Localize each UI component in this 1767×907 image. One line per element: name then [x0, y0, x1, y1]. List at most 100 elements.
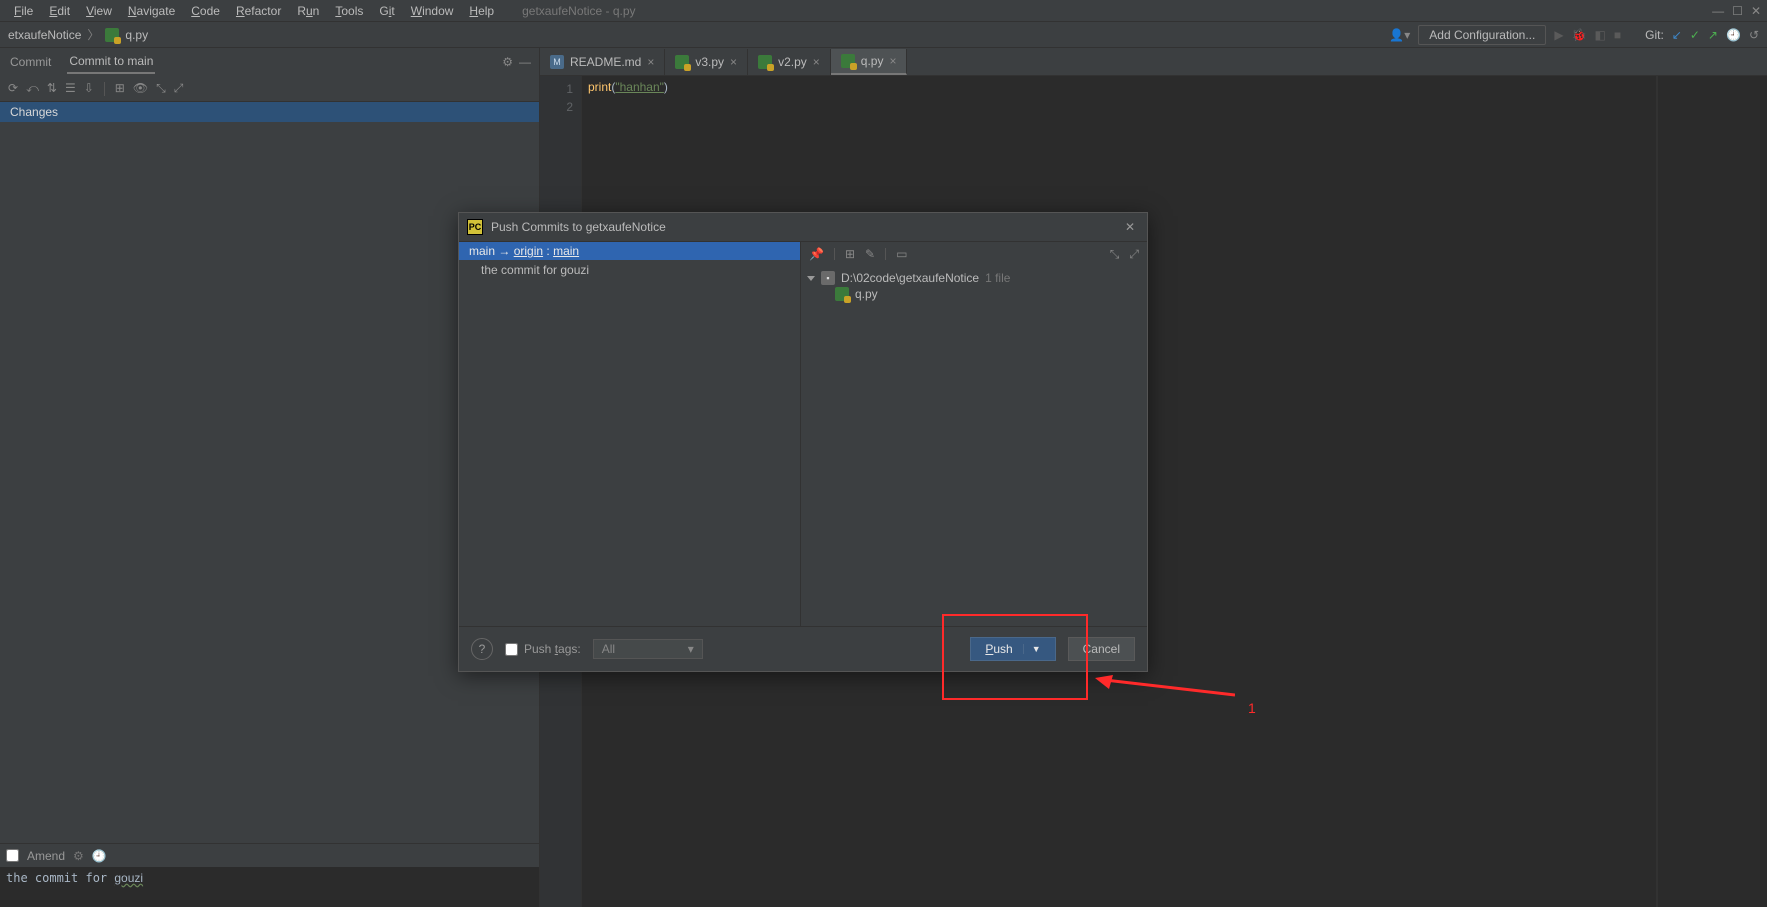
- python-file-icon: [675, 55, 689, 69]
- breadcrumb-project[interactable]: etxaufeNotice: [8, 28, 81, 42]
- close-tab-icon[interactable]: ×: [647, 55, 654, 69]
- tab-commit-to-branch[interactable]: Commit to main: [67, 50, 155, 74]
- editor-tab-v3[interactable]: v3.py ×: [665, 49, 748, 75]
- python-file-icon: [841, 54, 855, 68]
- group-by-icon[interactable]: ⊞: [115, 81, 125, 96]
- window-maximize-icon[interactable]: ☐: [1732, 4, 1743, 18]
- collapse-icon[interactable]: ⤢: [174, 81, 184, 96]
- collapse-all-icon[interactable]: ⤢: [1129, 247, 1139, 262]
- tab-label: q.py: [861, 54, 884, 68]
- menu-tools[interactable]: Tools: [327, 2, 371, 20]
- menu-edit[interactable]: Edit: [41, 2, 78, 20]
- expand-icon[interactable]: ⤡: [156, 81, 166, 96]
- remote-name[interactable]: origin: [514, 244, 543, 258]
- dialog-close-icon[interactable]: ✕: [1121, 220, 1139, 234]
- python-file-icon: [758, 55, 772, 69]
- window-minimize-icon[interactable]: —: [1712, 4, 1724, 18]
- git-push-icon[interactable]: ↗: [1708, 28, 1718, 42]
- menu-navigate[interactable]: Navigate: [120, 2, 183, 20]
- changelist-icon[interactable]: ☰: [65, 81, 76, 96]
- shelve-icon[interactable]: ⇩: [84, 81, 94, 96]
- git-update-icon[interactable]: ↙: [1672, 28, 1682, 42]
- commit-options-gear-icon[interactable]: ⚙: [73, 849, 84, 863]
- commit-message-input[interactable]: the commit for gouzi: [0, 867, 539, 907]
- stop-icon[interactable]: ■: [1614, 28, 1621, 42]
- changed-files-panel: 📌 ⊞ ✎ ▭ ⤡ ⤢ ▪ D:\02code\getxaufeNotice 1…: [801, 242, 1147, 626]
- breadcrumb-file[interactable]: q.py: [125, 28, 148, 42]
- menu-code[interactable]: Code: [183, 2, 228, 20]
- python-file-icon: [835, 287, 849, 301]
- tab-commit[interactable]: Commit: [8, 51, 53, 73]
- line-number: 2: [540, 98, 573, 116]
- navigation-bar: etxaufeNotice 〉 q.py 👤▾ Add Configuratio…: [0, 22, 1767, 48]
- menu-git[interactable]: Git: [371, 2, 402, 20]
- commit-toolbar: ⟳ ⤺ ⇅ ☰ ⇩ ⊞ 👁 ⤡ ⤢: [0, 76, 539, 102]
- preview-icon[interactable]: ▭: [896, 247, 907, 261]
- tab-label: README.md: [570, 55, 641, 69]
- window-title: getxaufeNotice - q.py: [522, 4, 635, 18]
- editor-tab-q[interactable]: q.py ×: [831, 49, 908, 75]
- coverage-icon[interactable]: ◧: [1595, 28, 1606, 42]
- editor-tab-readme[interactable]: M README.md ×: [540, 49, 665, 75]
- git-rollback-icon[interactable]: ↺: [1749, 28, 1759, 42]
- code-token: print: [588, 80, 611, 94]
- python-file-icon: [105, 28, 119, 42]
- annotation-label: 1: [1248, 700, 1256, 716]
- push-tags-select[interactable]: All ▾: [593, 639, 703, 659]
- push-commits-dialog: PC Push Commits to getxaufeNotice ✕ main…: [458, 212, 1148, 672]
- push-tags-row: Push tags:: [505, 642, 581, 656]
- menu-window[interactable]: Window: [403, 2, 462, 20]
- window-close-icon[interactable]: ✕: [1751, 4, 1761, 18]
- pin-icon[interactable]: 📌: [809, 247, 824, 261]
- amend-checkbox[interactable]: [6, 849, 19, 862]
- changes-node[interactable]: Changes: [0, 102, 539, 122]
- editor-tab-v2[interactable]: v2.py ×: [748, 49, 831, 75]
- files-toolbar: 📌 ⊞ ✎ ▭ ⤡ ⤢: [801, 242, 1147, 266]
- folder-icon: ▪: [821, 271, 835, 285]
- show-icon[interactable]: 👁: [133, 81, 148, 96]
- menu-bar: File Edit View Navigate Code Refactor Ru…: [0, 0, 1767, 22]
- arrow-icon: →: [498, 244, 510, 258]
- push-tags-value: All: [602, 642, 615, 656]
- close-tab-icon[interactable]: ×: [889, 54, 896, 68]
- chevron-down-icon: ▾: [688, 642, 694, 656]
- diff-icon[interactable]: ⇅: [47, 81, 57, 96]
- help-icon[interactable]: ?: [471, 638, 493, 660]
- rollback-icon[interactable]: ⤺: [26, 81, 39, 96]
- menu-view[interactable]: View: [78, 2, 120, 20]
- run-icon[interactable]: ▶: [1554, 28, 1563, 42]
- line-number: 1: [540, 80, 573, 98]
- editor-right-gutter: [1657, 76, 1767, 907]
- gear-icon[interactable]: ⚙: [502, 55, 513, 69]
- git-commit-icon[interactable]: ✓: [1690, 28, 1700, 42]
- annotation-arrow-icon: [1095, 675, 1235, 705]
- commit-item[interactable]: the commit for gouzi: [459, 260, 800, 280]
- user-icon[interactable]: 👤▾: [1389, 28, 1410, 42]
- debug-icon[interactable]: 🐞: [1572, 28, 1587, 42]
- branch-mapping-row[interactable]: main → origin : main: [459, 242, 800, 260]
- git-history-icon[interactable]: 🕘: [1726, 28, 1741, 42]
- tree-root-row[interactable]: ▪ D:\02code\getxaufeNotice 1 file: [807, 270, 1141, 286]
- add-configuration-button[interactable]: Add Configuration...: [1418, 25, 1546, 45]
- commits-list: main → origin : main the commit for gouz…: [459, 242, 801, 626]
- menu-help[interactable]: Help: [461, 2, 502, 20]
- group-icon[interactable]: ⊞: [845, 247, 855, 261]
- hide-icon[interactable]: —: [519, 55, 531, 69]
- close-tab-icon[interactable]: ×: [730, 55, 737, 69]
- refresh-icon[interactable]: ⟳: [8, 81, 18, 96]
- chevron-down-icon[interactable]: [807, 276, 815, 281]
- push-tags-checkbox[interactable]: [505, 643, 518, 656]
- commit-history-icon[interactable]: 🕘: [92, 849, 107, 863]
- file-count: 1 file: [985, 271, 1010, 285]
- menu-refactor[interactable]: Refactor: [228, 2, 289, 20]
- git-label: Git:: [1645, 28, 1664, 42]
- close-tab-icon[interactable]: ×: [813, 55, 820, 69]
- menu-file[interactable]: File: [6, 2, 41, 20]
- tree-file-row[interactable]: q.py: [807, 286, 1141, 302]
- expand-all-icon[interactable]: ⤡: [1110, 247, 1120, 262]
- menu-run[interactable]: Run: [289, 2, 327, 20]
- edit-icon[interactable]: ✎: [865, 247, 875, 261]
- remote-branch[interactable]: main: [553, 244, 579, 258]
- dialog-title: Push Commits to getxaufeNotice: [491, 220, 666, 234]
- editor-tabs: M README.md × v3.py × v2.py × q.py ×: [540, 48, 1767, 76]
